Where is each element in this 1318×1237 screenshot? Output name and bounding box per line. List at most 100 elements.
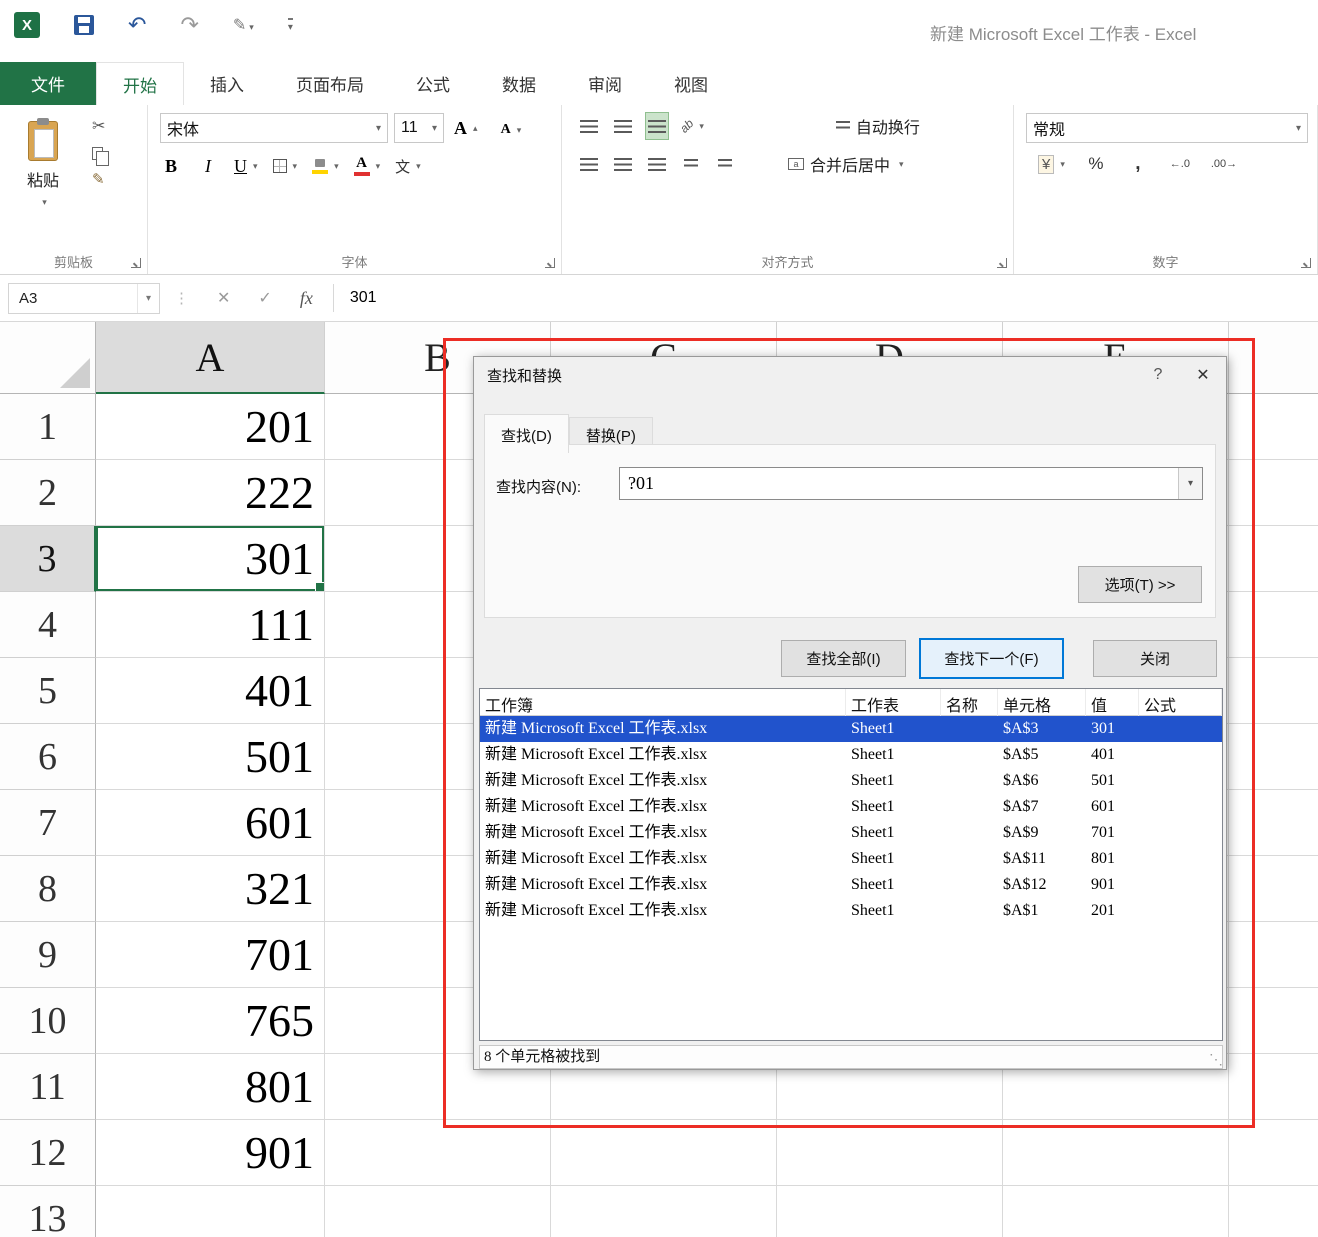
- cell-column-f[interactable]: [1229, 1054, 1318, 1120]
- select-all-corner[interactable]: [0, 322, 96, 394]
- number-format-combo[interactable]: 常规 ▾: [1026, 113, 1308, 143]
- customize-qat-icon[interactable]: ▾: [287, 17, 293, 33]
- tab-file[interactable]: 文件: [0, 62, 96, 105]
- formula-bar-handle[interactable]: ⋮: [174, 289, 189, 307]
- resize-grip-icon[interactable]: ⋱: [1209, 1051, 1223, 1068]
- cell-column-a[interactable]: 201: [96, 394, 325, 460]
- row-header[interactable]: 5: [0, 658, 96, 724]
- borders-button[interactable]: ▾: [272, 153, 297, 179]
- cell-column-f[interactable]: [1229, 658, 1318, 724]
- accounting-format-button[interactable]: ¥ ▾: [1038, 151, 1065, 177]
- find-all-button[interactable]: 查找全部(I): [781, 640, 906, 677]
- clipboard-dialog-launcher-icon[interactable]: [131, 258, 141, 268]
- col-worksheet[interactable]: 工作表: [846, 689, 941, 716]
- col-workbook[interactable]: 工作簿: [480, 689, 846, 716]
- result-row[interactable]: 新建 Microsoft Excel 工作表.xlsx Sheet1 $A$12…: [480, 872, 1222, 898]
- col-formula[interactable]: 公式: [1139, 689, 1222, 716]
- cell-column-a[interactable]: 901: [96, 1120, 325, 1186]
- save-icon[interactable]: [74, 15, 94, 35]
- percent-style-button[interactable]: %: [1085, 151, 1107, 177]
- row-header[interactable]: 8: [0, 856, 96, 922]
- cell-column-a[interactable]: 321: [96, 856, 325, 922]
- result-row[interactable]: 新建 Microsoft Excel 工作表.xlsx Sheet1 $A$1 …: [480, 898, 1222, 924]
- redo-icon[interactable]: ↷: [180, 14, 198, 36]
- cell-column-f[interactable]: [1229, 1186, 1318, 1237]
- increase-font-button[interactable]: A ▴: [454, 115, 478, 141]
- cell-column-a[interactable]: 701: [96, 922, 325, 988]
- cell-column-c[interactable]: [551, 1186, 777, 1237]
- cell-column-b[interactable]: [325, 1120, 551, 1186]
- result-row[interactable]: 新建 Microsoft Excel 工作表.xlsx Sheet1 $A$11…: [480, 846, 1222, 872]
- increase-indent-button[interactable]: [714, 151, 736, 177]
- format-painter-icon[interactable]: ✎: [92, 172, 105, 187]
- row-header[interactable]: 6: [0, 724, 96, 790]
- merge-center-button[interactable]: a 合并后居中 ▾: [788, 152, 904, 176]
- cell-column-f[interactable]: [1229, 988, 1318, 1054]
- cell-column-e[interactable]: [1003, 1120, 1229, 1186]
- result-row[interactable]: 新建 Microsoft Excel 工作表.xlsx Sheet1 $A$5 …: [480, 742, 1222, 768]
- touch-mode-button[interactable]: ✎ ▾: [233, 15, 254, 35]
- row-header[interactable]: 9: [0, 922, 96, 988]
- cell-column-c[interactable]: [551, 1120, 777, 1186]
- align-top-button[interactable]: [578, 113, 600, 139]
- cell-column-d[interactable]: [777, 1120, 1003, 1186]
- row-header[interactable]: 12: [0, 1120, 96, 1186]
- combo-dropdown-button[interactable]: ▾: [1178, 468, 1202, 499]
- find-what-input[interactable]: [620, 468, 1178, 499]
- cell-column-f[interactable]: [1229, 460, 1318, 526]
- tab-formulas[interactable]: 公式: [390, 62, 476, 105]
- result-row[interactable]: 新建 Microsoft Excel 工作表.xlsx Sheet1 $A$3 …: [480, 716, 1222, 742]
- increase-decimal-button[interactable]: ←.0: [1169, 151, 1191, 177]
- result-row[interactable]: 新建 Microsoft Excel 工作表.xlsx Sheet1 $A$7 …: [480, 794, 1222, 820]
- cell-column-d[interactable]: [777, 1186, 1003, 1237]
- name-box[interactable]: A3 ▾: [8, 282, 160, 314]
- cut-icon[interactable]: ✂: [92, 119, 105, 135]
- alignment-dialog-launcher-icon[interactable]: [997, 258, 1007, 268]
- cell-column-f[interactable]: [1229, 1120, 1318, 1186]
- align-right-button[interactable]: [646, 151, 668, 177]
- col-value[interactable]: 值: [1086, 689, 1139, 716]
- cell-column-a[interactable]: 401: [96, 658, 325, 724]
- row-header[interactable]: 11: [0, 1054, 96, 1120]
- excel-logo-icon[interactable]: [14, 12, 40, 38]
- tab-view[interactable]: 视图: [648, 62, 734, 105]
- cell-column-a[interactable]: 301: [96, 526, 325, 592]
- find-next-button[interactable]: 查找下一个(F): [919, 638, 1064, 679]
- copy-icon[interactable]: [92, 147, 109, 166]
- fill-color-button[interactable]: ▾: [312, 153, 339, 179]
- align-center-button[interactable]: [612, 151, 634, 177]
- options-button[interactable]: 选项(T) >>: [1078, 566, 1202, 603]
- dialog-help-button[interactable]: ?: [1136, 357, 1180, 393]
- cell-column-a[interactable]: 801: [96, 1054, 325, 1120]
- cell-column-b[interactable]: [325, 1186, 551, 1237]
- cell-column-f[interactable]: [1229, 922, 1318, 988]
- col-cell[interactable]: 单元格: [998, 689, 1086, 716]
- row-header[interactable]: 13: [0, 1186, 96, 1237]
- font-dialog-launcher-icon[interactable]: [545, 258, 555, 268]
- font-color-button[interactable]: A ▾: [354, 153, 380, 179]
- number-dialog-launcher-icon[interactable]: [1301, 258, 1311, 268]
- close-button[interactable]: 关闭: [1093, 640, 1217, 677]
- phonetic-button[interactable]: 文 ▾: [395, 153, 421, 179]
- tab-review[interactable]: 审阅: [562, 62, 648, 105]
- decrease-font-button[interactable]: A ▾: [500, 117, 522, 143]
- font-size-combo[interactable]: 11 ▾: [394, 113, 444, 143]
- row-header[interactable]: 4: [0, 592, 96, 658]
- col-name[interactable]: 名称: [941, 689, 998, 716]
- cell-column-f[interactable]: [1229, 856, 1318, 922]
- undo-icon[interactable]: ↶: [128, 14, 146, 36]
- paste-button[interactable]: 粘贴 ▾: [10, 113, 76, 235]
- dialog-title-bar[interactable]: 查找和替换 ? ✕: [474, 357, 1226, 393]
- tab-home[interactable]: 开始: [96, 62, 184, 105]
- result-row[interactable]: 新建 Microsoft Excel 工作表.xlsx Sheet1 $A$6 …: [480, 768, 1222, 794]
- column-header-a[interactable]: A: [96, 322, 325, 394]
- cell-column-f[interactable]: [1229, 790, 1318, 856]
- cell-column-a[interactable]: 765: [96, 988, 325, 1054]
- cell-column-a[interactable]: 111: [96, 592, 325, 658]
- underline-button[interactable]: U ▾: [234, 153, 258, 179]
- row-header[interactable]: 10: [0, 988, 96, 1054]
- cell-column-a[interactable]: [96, 1186, 325, 1237]
- row-header[interactable]: 2: [0, 460, 96, 526]
- row-header[interactable]: 3: [0, 526, 96, 592]
- font-name-combo[interactable]: 宋体 ▾: [160, 113, 388, 143]
